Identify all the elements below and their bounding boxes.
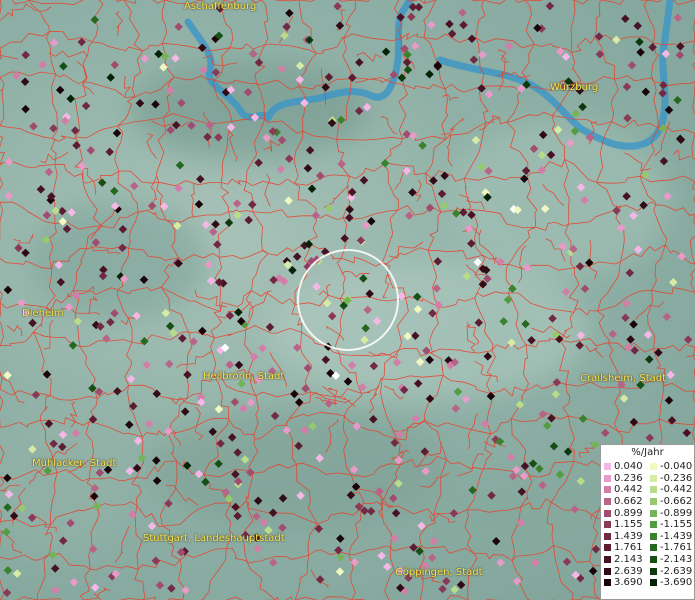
legend-positive-column: 0.040 0.236 0.442 0.662 0.899 1.155 1.439 1.761… bbox=[601, 461, 647, 589]
legend-positive-row: 2.639 bbox=[601, 565, 647, 577]
legend-positive-value: 1.155 bbox=[614, 519, 643, 531]
legend-negative-value: -0.662 bbox=[660, 496, 693, 508]
legend-negative-value: -1.155 bbox=[660, 519, 693, 531]
city-label-muhlacker: Mühlacker, Stadt bbox=[32, 458, 117, 469]
legend-positive-swatch bbox=[604, 521, 611, 529]
legend-negative-row: -1.439 bbox=[647, 531, 693, 543]
legend-positive-value: 0.236 bbox=[614, 472, 643, 484]
legend-negative-value: -0.236 bbox=[660, 472, 693, 484]
city-label-dieheim: Dieheim bbox=[22, 308, 64, 319]
city-label-heilbronn: Heilbronn, Stadt bbox=[203, 371, 285, 382]
legend-negative-swatch bbox=[650, 532, 657, 540]
legend-negative-row: -1.155 bbox=[647, 519, 693, 531]
legend-positive-row: 1.761 bbox=[601, 542, 647, 554]
legend-negative-value: -0.442 bbox=[660, 484, 693, 496]
legend-negative-swatch bbox=[650, 544, 657, 552]
legend-negative-swatch bbox=[650, 463, 657, 471]
legend-positive-value: 2.639 bbox=[614, 565, 643, 577]
legend-positive-row: 3.690 bbox=[601, 577, 647, 589]
legend-negative-row: -0.236 bbox=[647, 473, 693, 485]
legend-positive-swatch bbox=[604, 463, 611, 471]
legend-positive-swatch bbox=[604, 567, 611, 575]
legend-positive-row: 0.040 bbox=[601, 461, 647, 473]
legend-positive-value: 0.899 bbox=[614, 507, 643, 519]
legend-negative-swatch bbox=[650, 509, 657, 517]
legend-negative-row: -2.143 bbox=[647, 554, 693, 566]
legend-positive-swatch bbox=[604, 544, 611, 552]
legend-negative-value: -0.899 bbox=[660, 507, 693, 519]
legend-positive-value: 1.439 bbox=[614, 530, 643, 542]
legend-negative-value: -3.690 bbox=[660, 577, 693, 589]
legend-positive-swatch bbox=[604, 509, 611, 517]
legend-title: %/Jahr bbox=[631, 447, 664, 458]
city-label-aschaffenburg: Aschaffenburg bbox=[184, 1, 257, 12]
legend-positive-value: 0.662 bbox=[614, 496, 643, 508]
legend-negative-row: -0.442 bbox=[647, 484, 693, 496]
city-label-crailsheim: Crailsheim, Stadt bbox=[580, 373, 667, 384]
legend-positive-swatch bbox=[604, 498, 611, 506]
legend-positive-row: 2.143 bbox=[601, 554, 647, 566]
legend-negative-row: -3.690 bbox=[647, 577, 693, 589]
legend-negative-row: -1.761 bbox=[647, 542, 693, 554]
legend-negative-value: -2.143 bbox=[660, 554, 693, 566]
legend-negative-swatch bbox=[650, 498, 657, 506]
legend-positive-swatch bbox=[604, 474, 611, 482]
legend-negative-swatch bbox=[650, 556, 657, 564]
legend-negative-swatch bbox=[650, 579, 657, 587]
legend-positive-row: 0.236 bbox=[601, 473, 647, 485]
legend-positive-swatch bbox=[604, 556, 611, 564]
legend-positive-row: 1.155 bbox=[601, 519, 647, 531]
legend-positive-row: 1.439 bbox=[601, 531, 647, 543]
legend-positive-row: 0.899 bbox=[601, 507, 647, 519]
legend: %/Jahr 0.040 0.236 0.442 0.662 0.899 1.155 1.4… bbox=[600, 444, 695, 600]
legend-positive-value: 0.040 bbox=[614, 461, 643, 473]
legend-positive-swatch bbox=[604, 532, 611, 540]
legend-negative-swatch bbox=[650, 474, 657, 482]
legend-negative-swatch bbox=[650, 521, 657, 529]
legend-positive-row: 0.662 bbox=[601, 496, 647, 508]
legend-positive-value: 3.690 bbox=[614, 577, 643, 589]
legend-negative-swatch bbox=[650, 567, 657, 575]
city-label-goppingen: Göppingen, Stadt bbox=[395, 567, 483, 578]
legend-negative-row: -0.899 bbox=[647, 507, 693, 519]
map-canvas[interactable]: Aschaffenburg Würzburg Dieheim Heilbronn… bbox=[0, 0, 695, 600]
legend-negative-row: -0.040 bbox=[647, 461, 693, 473]
legend-negative-value: -1.439 bbox=[660, 530, 693, 542]
legend-negative-value: -1.761 bbox=[660, 542, 693, 554]
legend-negative-value: -2.639 bbox=[660, 565, 693, 577]
city-label-stuttgart: Stuttgart, Landeshauptstadt bbox=[143, 533, 285, 544]
legend-negative-row: -0.662 bbox=[647, 496, 693, 508]
legend-negative-row: -2.639 bbox=[647, 565, 693, 577]
legend-negative-swatch bbox=[650, 486, 657, 494]
legend-positive-swatch bbox=[604, 579, 611, 587]
legend-positive-value: 2.143 bbox=[614, 554, 643, 566]
city-label-wurzburg: Würzburg bbox=[550, 82, 599, 93]
legend-positive-value: 0.442 bbox=[614, 484, 643, 496]
legend-positive-value: 1.761 bbox=[614, 542, 643, 554]
legend-negative-column: -0.040 -0.236 -0.442 -0.662 -0.899 -1.155 -1.4… bbox=[647, 461, 693, 589]
legend-positive-swatch bbox=[604, 486, 611, 494]
search-radius-circle[interactable] bbox=[297, 249, 399, 351]
legend-positive-row: 0.442 bbox=[601, 484, 647, 496]
legend-negative-value: -0.040 bbox=[660, 461, 693, 473]
